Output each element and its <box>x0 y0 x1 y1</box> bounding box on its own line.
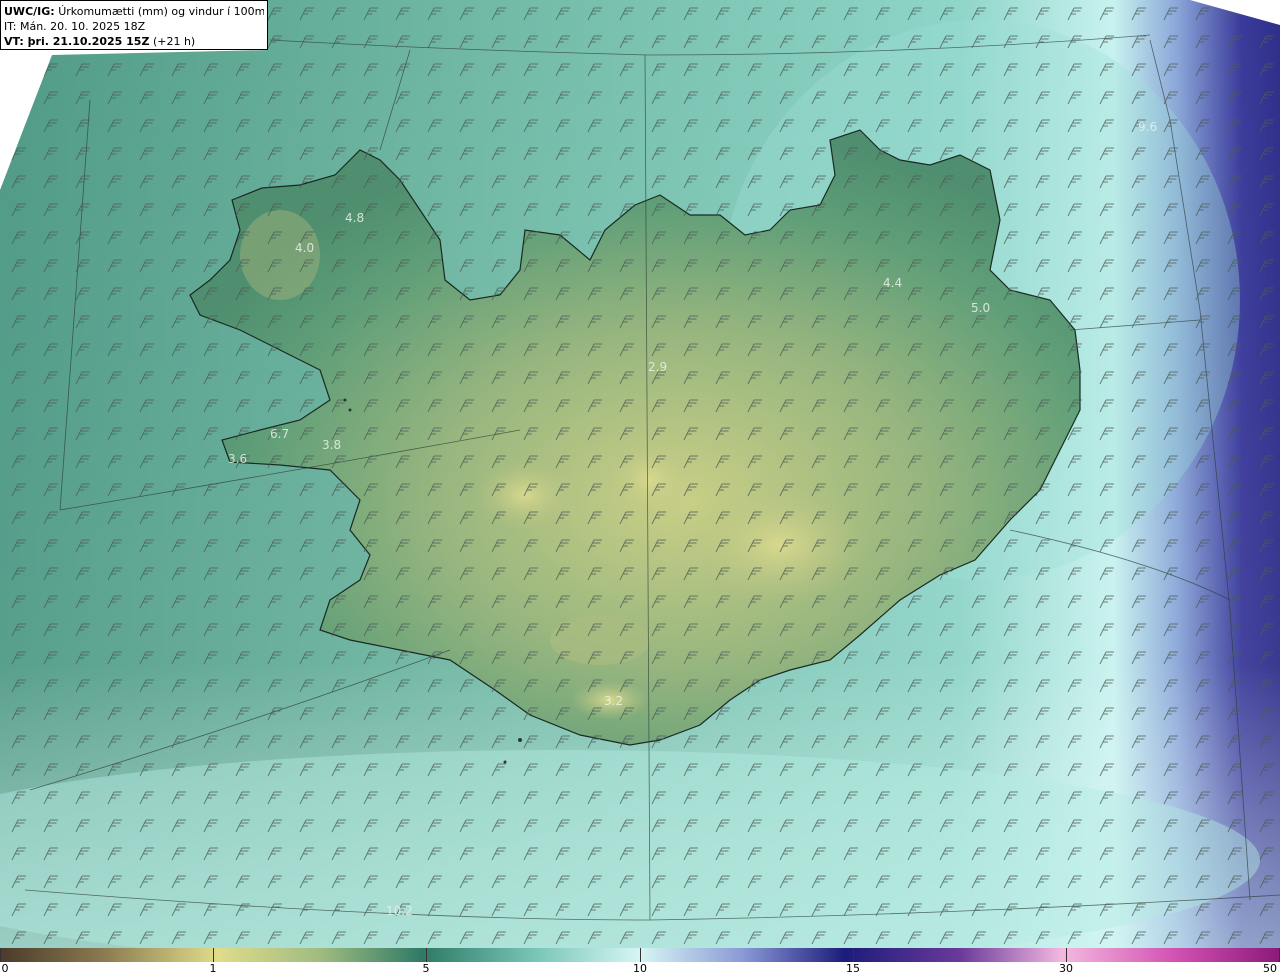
colorbar-tick <box>1066 948 1067 962</box>
colorbar-label: 15 <box>846 962 860 975</box>
point-value: 3.2 <box>604 694 623 708</box>
colorbar-tick <box>640 948 641 962</box>
valid-time: VT: þri. 21.10.2025 15Z <box>4 35 150 48</box>
title-line: UWC/IG: Úrkomumætti (mm) og vindur í 100… <box>4 4 264 19</box>
point-value: 9.6 <box>1138 120 1157 134</box>
product-name: Úrkomumætti (mm) og vindur í 100m hæð <box>58 5 264 18</box>
model-name: UWC/IG: <box>4 5 55 18</box>
colorbar-tick <box>0 948 1 962</box>
precipitation-map: 4.0 4.8 6.7 3.8 3.6 2.9 4.4 5.0 3.2 10.2… <box>0 0 1280 948</box>
point-value: 5.0 <box>971 301 990 315</box>
point-value: 6.7 <box>270 427 289 441</box>
point-value: 4.8 <box>345 211 364 225</box>
point-value: 4.4 <box>883 276 902 290</box>
colorbar-tick <box>213 948 214 962</box>
colorbar-label: 5 <box>422 962 430 975</box>
colorbar-tick <box>853 948 854 962</box>
colorbar-label: 50 <box>1263 962 1277 975</box>
colorbar-label: 10 <box>633 962 647 975</box>
point-value: 2.9 <box>648 360 667 374</box>
point-value: 3.6 <box>228 452 247 466</box>
colorbar: 0 1 5 10 15 30 50 <box>0 948 1280 978</box>
point-value: 10.2 <box>386 904 413 918</box>
point-value: 4.0 <box>295 241 314 255</box>
init-time: IT: Mán. 20. 10. 2025 18Z <box>4 20 146 33</box>
valid-time-line: VT: þri. 21.10.2025 15Z (+21 h) <box>4 34 264 49</box>
colorbar-label: 30 <box>1059 962 1073 975</box>
colorbar-label: 1 <box>209 962 217 975</box>
title-box: UWC/IG: Úrkomumætti (mm) og vindur í 100… <box>0 0 268 50</box>
colorbar-tick <box>426 948 427 962</box>
point-value: 3.8 <box>322 438 341 452</box>
colorbar-label: 0 <box>1 962 9 975</box>
valid-offset: (+21 h) <box>152 35 196 48</box>
